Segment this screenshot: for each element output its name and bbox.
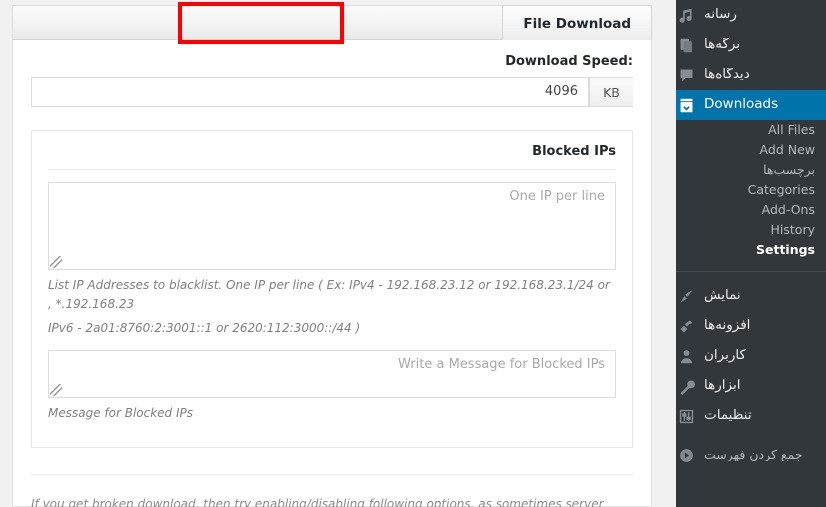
main-content: File Download :Download Speed KB 4096 Bl…: [0, 0, 676, 507]
sidebar-item-media[interactable]: رسانه: [676, 0, 826, 30]
sidebar-item-plugins-label: افزونه‌ها: [704, 319, 751, 333]
blocked-message-helper: Message for Blocked IPs: [48, 405, 194, 420]
blocked-ips-helper-line2: ( IPv6 - 2a01:8760:2:3001::1 or 2620:112…: [48, 321, 361, 336]
submenu-item-settings[interactable]: Settings: [676, 240, 826, 260]
sidebar-collapse-menu[interactable]: جمع کردن فهرست: [676, 440, 826, 470]
downloads-submenu: All Files Add New برچسب‌ها Categories Ad…: [676, 120, 826, 262]
sidebar-item-plugins[interactable]: افزونه‌ها: [676, 311, 826, 341]
sidebar-item-comments-label: دیدگاه‌ها: [704, 68, 750, 82]
sidebar-item-tools-label: ابزارها: [704, 379, 741, 393]
comments-icon: [676, 65, 696, 85]
sidebar-item-settings-label: تنظیمات: [704, 409, 752, 423]
sidebar-separator: [676, 272, 826, 281]
download-speed-label: :Download Speed: [505, 54, 633, 69]
tab-file-download-label: File Download: [523, 15, 631, 32]
download-speed-unit-addon: KB: [589, 77, 633, 107]
users-person-icon: [676, 346, 696, 366]
bottom-note: If you get broken download, then try ena…: [31, 495, 633, 507]
submenu-item-add-new[interactable]: Add New: [676, 140, 826, 160]
sidebar-item-appearance[interactable]: نمایش: [676, 281, 826, 311]
sidebar-item-downloads-label: Downloads: [704, 98, 779, 112]
sidebar-item-comments[interactable]: دیدگاه‌ها: [676, 60, 826, 90]
sidebar-separator: [676, 262, 826, 271]
sidebar-item-users-label: کاربران: [704, 349, 746, 363]
blocked-ips-textarea-placeholder: One IP per line: [509, 189, 605, 204]
appearance-brush-icon: [676, 286, 696, 306]
tools-wrench-icon: [676, 376, 696, 396]
settings-sliders-icon: [676, 406, 696, 426]
download-speed-input[interactable]: 4096: [31, 77, 589, 107]
blocked-ips-title: Blocked IPs: [532, 144, 616, 159]
resize-handle-icon[interactable]: [50, 256, 62, 268]
sidebar-item-settings[interactable]: تنظیمات: [676, 401, 826, 431]
collapse-arrow-icon: [676, 445, 696, 465]
sidebar-separator: [676, 431, 826, 440]
sidebar-item-users[interactable]: کاربران: [676, 341, 826, 371]
download-speed-input-group: KB 4096: [31, 77, 633, 107]
tab-strip: File Download: [12, 5, 652, 42]
sidebar-item-downloads[interactable]: Downloads: [676, 90, 826, 120]
sidebar-item-appearance-label: نمایش: [704, 289, 741, 303]
submenu-item-categories[interactable]: Categories: [676, 180, 826, 200]
submenu-item-tags[interactable]: برچسب‌ها: [676, 160, 826, 180]
submenu-item-add-ons[interactable]: Add-Ons: [676, 200, 826, 220]
blocked-ips-helper-line1: List IP Addresses to blacklist. One IP p…: [48, 278, 610, 311]
admin-sidebar: رسانه برگه‌ها دیدگاه‌ها: [676, 0, 826, 507]
sidebar-item-pages-label: برگه‌ها: [704, 38, 741, 52]
bottom-note-line1: If you get broken download, then try ena…: [31, 497, 604, 507]
blocked-ips-panel: Blocked IPs One IP per line List IP Addr…: [31, 130, 633, 448]
settings-card: :Download Speed KB 4096 Blocked IPs One …: [12, 40, 652, 507]
bottom-divider: [31, 474, 633, 475]
sidebar-item-pages[interactable]: برگه‌ها: [676, 30, 826, 60]
blocked-ips-textarea[interactable]: One IP per line: [48, 182, 616, 270]
download-icon: [676, 95, 696, 115]
sidebar-item-tools[interactable]: ابزارها: [676, 371, 826, 401]
blocked-ips-textarea-wrap: One IP per line: [32, 170, 632, 270]
pages-icon: [676, 35, 696, 55]
sidebar-collapse-menu-label: جمع کردن فهرست: [704, 448, 803, 462]
sidebar-item-media-label: رسانه: [704, 8, 737, 22]
plugins-plug-icon: [676, 316, 696, 336]
submenu-item-all-files[interactable]: All Files: [676, 120, 826, 140]
submenu-item-history[interactable]: History: [676, 220, 826, 240]
tab-file-download[interactable]: File Download: [502, 5, 652, 42]
blocked-message-textarea-wrap: Write a Message for Blocked IPs: [32, 338, 632, 398]
resize-handle-icon[interactable]: [50, 383, 62, 396]
blocked-message-textarea[interactable]: Write a Message for Blocked IPs: [48, 349, 616, 398]
screen: File Download :Download Speed KB 4096 Bl…: [0, 0, 826, 507]
media-icon: [676, 5, 696, 25]
blocked-message-placeholder: Write a Message for Blocked IPs: [398, 356, 605, 372]
